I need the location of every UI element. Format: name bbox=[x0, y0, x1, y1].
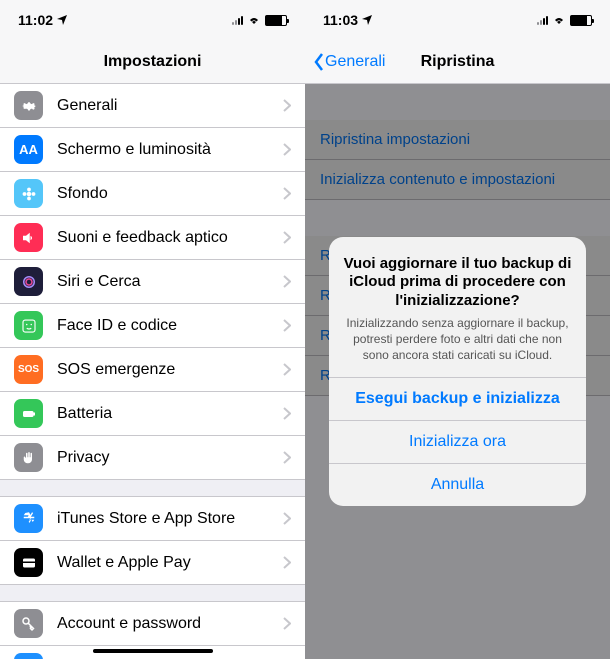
row-schermo[interactable]: AA Schermo e luminosità bbox=[0, 128, 305, 172]
row-label: Privacy bbox=[57, 449, 283, 467]
chevron-right-icon bbox=[283, 617, 291, 630]
signal-icon bbox=[537, 15, 548, 25]
battery-icon bbox=[14, 399, 43, 428]
chevron-right-icon bbox=[283, 407, 291, 420]
chevron-right-icon bbox=[283, 99, 291, 112]
flower-icon bbox=[14, 179, 43, 208]
battery-icon bbox=[570, 15, 592, 26]
page-title: Ripristina bbox=[421, 53, 495, 71]
SOS-icon: SOS bbox=[14, 355, 43, 384]
home-indicator[interactable] bbox=[93, 649, 213, 653]
chevron-right-icon bbox=[283, 187, 291, 200]
chevron-right-icon bbox=[283, 275, 291, 288]
sound-icon bbox=[14, 223, 43, 252]
time: 11:02 bbox=[18, 12, 53, 28]
row-batteria[interactable]: Batteria bbox=[0, 392, 305, 436]
chevron-right-icon bbox=[283, 363, 291, 376]
location-icon bbox=[57, 15, 67, 25]
row-label: Face ID e codice bbox=[57, 317, 283, 335]
wifi-icon bbox=[247, 15, 261, 25]
chevron-right-icon bbox=[283, 319, 291, 332]
row-label: Sfondo bbox=[57, 185, 283, 203]
backup-and-erase-button[interactable]: Esegui backup e inizializza bbox=[329, 377, 586, 420]
mail-icon bbox=[14, 653, 43, 659]
chevron-left-icon bbox=[313, 52, 325, 72]
wifi-icon bbox=[552, 15, 566, 25]
key-icon bbox=[14, 609, 43, 638]
erase-now-button[interactable]: Inizializza ora bbox=[329, 420, 586, 463]
chevron-right-icon bbox=[283, 231, 291, 244]
back-button[interactable]: Generali bbox=[313, 52, 385, 72]
battery-icon bbox=[265, 15, 287, 26]
row-sfondo[interactable]: Sfondo bbox=[0, 172, 305, 216]
row-siri[interactable]: Siri e Cerca bbox=[0, 260, 305, 304]
row-label: Suoni e feedback aptico bbox=[57, 229, 283, 247]
settings-list[interactable]: Generali AA Schermo e luminosità Sfondo Suon… bbox=[0, 84, 305, 479]
settings-list-2[interactable]: iTunes Store e App Store Wallet e Apple P… bbox=[0, 497, 305, 584]
row-generali[interactable]: Generali bbox=[0, 84, 305, 128]
row-label: iTunes Store e App Store bbox=[57, 510, 283, 528]
row-suoni[interactable]: Suoni e feedback aptico bbox=[0, 216, 305, 260]
back-label: Generali bbox=[325, 53, 385, 71]
chevron-right-icon bbox=[283, 512, 291, 525]
chevron-right-icon bbox=[283, 451, 291, 464]
cancel-button[interactable]: Annulla bbox=[329, 463, 586, 506]
chevron-right-icon bbox=[283, 143, 291, 156]
row-faceid[interactable]: Face ID e codice bbox=[0, 304, 305, 348]
reset-screen: 11:03 Generali Ripristina Ripristina imp… bbox=[305, 0, 610, 659]
row-label: Wallet e Apple Pay bbox=[57, 554, 283, 572]
row-label: Batteria bbox=[57, 405, 283, 423]
row-sos[interactable]: SOS SOS emergenze bbox=[0, 348, 305, 392]
alert-message: Inizializzando senza aggiornare il backu… bbox=[343, 315, 572, 364]
row-label: Account e password bbox=[57, 615, 283, 633]
gear-icon bbox=[14, 91, 43, 120]
row-label: Generali bbox=[57, 97, 283, 115]
alert-title: Vuoi aggiornare il tuo backup di iCloud … bbox=[343, 255, 572, 311]
wallet-icon bbox=[14, 548, 43, 577]
row-account[interactable]: Account e password bbox=[0, 602, 305, 646]
AA-icon: AA bbox=[14, 135, 43, 164]
statusbar: 11:03 bbox=[305, 0, 610, 40]
signal-icon bbox=[232, 15, 243, 25]
statusbar: 11:02 bbox=[0, 0, 305, 40]
alert-dialog: Vuoi aggiornare il tuo backup di iCloud … bbox=[329, 237, 586, 507]
row-itunes[interactable]: iTunes Store e App Store bbox=[0, 497, 305, 541]
group-separator bbox=[0, 584, 305, 602]
row-wallet[interactable]: Wallet e Apple Pay bbox=[0, 541, 305, 584]
chevron-right-icon bbox=[283, 556, 291, 569]
row-label: SOS emergenze bbox=[57, 361, 283, 379]
row-privacy[interactable]: Privacy bbox=[0, 436, 305, 479]
navbar: Impostazioni bbox=[0, 40, 305, 84]
row-label: Schermo e luminosità bbox=[57, 141, 283, 159]
appstore-icon bbox=[14, 504, 43, 533]
modal-overlay[interactable]: Vuoi aggiornare il tuo backup di iCloud … bbox=[305, 84, 610, 659]
group-separator bbox=[0, 479, 305, 497]
navbar: Generali Ripristina bbox=[305, 40, 610, 84]
hand-icon bbox=[14, 443, 43, 472]
siri-icon bbox=[14, 267, 43, 296]
location-icon bbox=[362, 15, 372, 25]
time: 11:03 bbox=[323, 12, 358, 28]
settings-screen: 11:02 Impostazioni Generali AA Schermo e l… bbox=[0, 0, 305, 659]
face-icon bbox=[14, 311, 43, 340]
row-label: Siri e Cerca bbox=[57, 273, 283, 291]
page-title: Impostazioni bbox=[104, 53, 202, 71]
